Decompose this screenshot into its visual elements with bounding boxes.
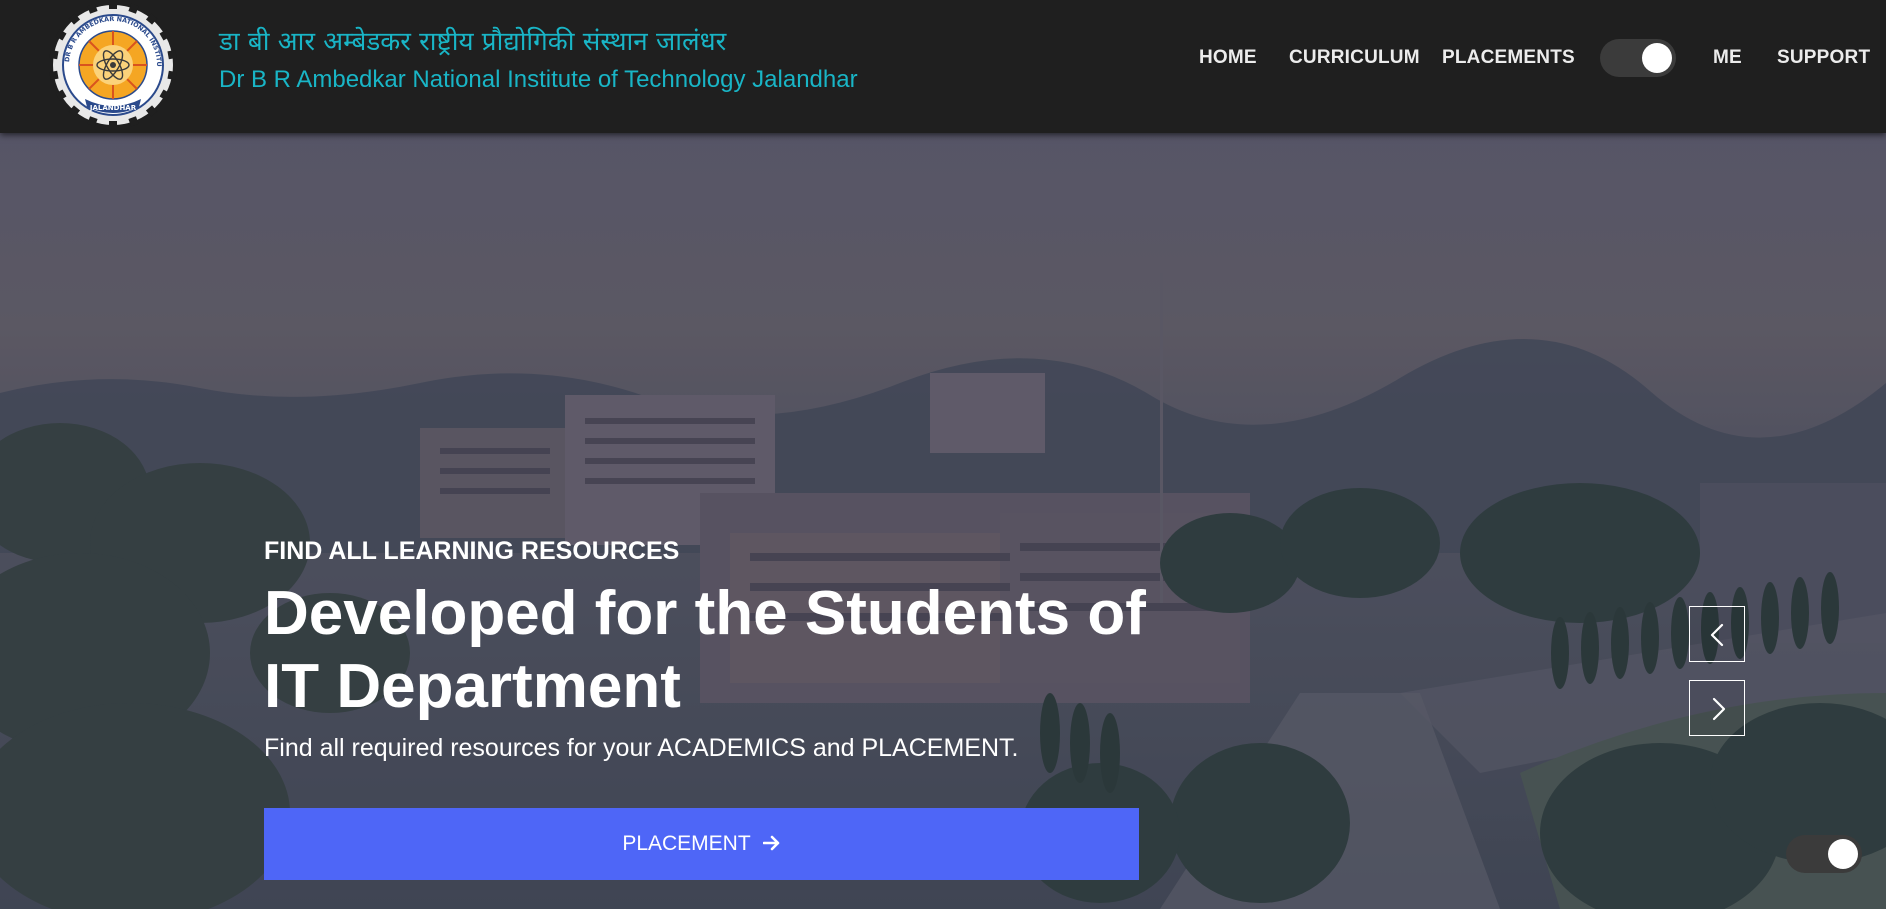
hero-subline: Find all required resources for your ACA… <box>264 734 1019 762</box>
hero-section: FIND ALL LEARNING RESOURCES Developed fo… <box>0 133 1886 909</box>
arrow-right-icon <box>762 808 781 880</box>
hero-overlay <box>0 133 1886 909</box>
floating-theme-toggle[interactable] <box>1786 835 1862 873</box>
hero-eyebrow: FIND ALL LEARNING RESOURCES <box>264 537 680 565</box>
institute-name-hindi: डा बी आर अम्बेडकर राष्ट्रीय प्रौद्योगिकी… <box>219 27 727 57</box>
carousel-prev-button[interactable] <box>1689 606 1745 662</box>
nit-jalandhar-emblem-icon[interactable]: JALANDHAR DR B R AMBEDKAR NATIONAL INSTI… <box>48 2 178 129</box>
toggle-knob <box>1642 43 1672 73</box>
nav-placements[interactable]: PLACEMENTS <box>1442 46 1575 70</box>
chevron-right-icon <box>1712 697 1726 721</box>
nav-support[interactable]: SUPPORT <box>1777 46 1870 70</box>
theme-toggle[interactable] <box>1600 39 1676 77</box>
carousel-next-button[interactable] <box>1689 680 1745 736</box>
site-header: JALANDHAR DR B R AMBEDKAR NATIONAL INSTI… <box>0 0 1886 133</box>
chevron-left-icon <box>1710 623 1724 647</box>
nav-curriculum[interactable]: CURRICULUM <box>1289 46 1420 70</box>
hero-headline: Developed for the Students of IT Departm… <box>264 579 1146 721</box>
placement-button[interactable]: PLACEMENT <box>264 808 1139 880</box>
logo-bottom-text: JALANDHAR <box>89 104 137 112</box>
placement-button-label: PLACEMENT <box>622 832 751 855</box>
institute-name-english: Dr B R Ambedkar National Institute of Te… <box>219 66 858 93</box>
nav-me[interactable]: ME <box>1713 46 1742 70</box>
floating-toggle-knob <box>1828 839 1858 869</box>
nav-home[interactable]: HOME <box>1199 46 1257 70</box>
